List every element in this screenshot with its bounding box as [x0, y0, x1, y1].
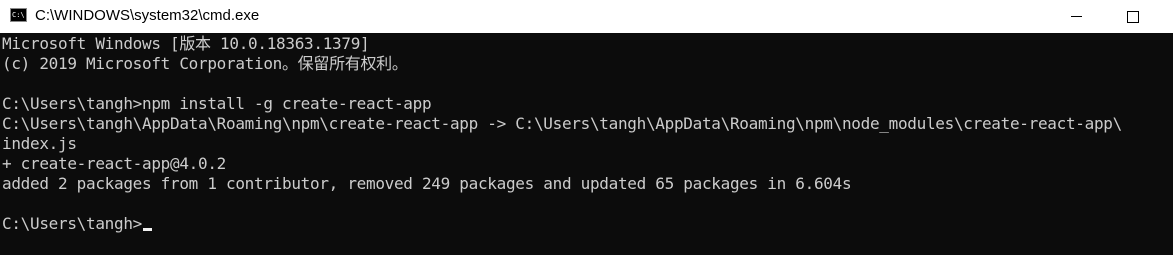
- text-cursor: [143, 228, 152, 231]
- console-line: index.js: [2, 134, 77, 153]
- cmd-window: C:\. C:\WINDOWS\system32\cmd.exe Microso…: [0, 0, 1173, 255]
- title-bar[interactable]: C:\. C:\WINDOWS\system32\cmd.exe: [0, 0, 1173, 33]
- console-line: C:\Users\tangh\AppData\Roaming\npm\creat…: [2, 114, 1122, 133]
- minimize-button[interactable]: [1053, 0, 1099, 33]
- window-title: C:\WINDOWS\system32\cmd.exe: [35, 7, 260, 24]
- cmd-app-icon[interactable]: C:\.: [10, 8, 27, 22]
- console-line: (c) 2019 Microsoft Corporation。保留所有权利。: [2, 54, 408, 73]
- console-line: added 2 packages from 1 contributor, rem…: [2, 174, 852, 193]
- command-prompt[interactable]: C:\Users\tangh>: [2, 214, 152, 234]
- prompt-text: C:\Users\tangh>: [2, 214, 142, 233]
- maximize-button[interactable]: [1110, 0, 1156, 33]
- console-line: C:\Users\tangh>npm install -g create-rea…: [2, 94, 432, 113]
- minimize-icon: [1070, 16, 1082, 17]
- console-line: + create-react-app@4.0.2: [2, 154, 226, 173]
- console-output[interactable]: Microsoft Windows [版本 10.0.18363.1379] (…: [0, 33, 1173, 255]
- console-line: Microsoft Windows [版本 10.0.18363.1379]: [2, 34, 370, 53]
- maximize-icon: [1127, 10, 1139, 23]
